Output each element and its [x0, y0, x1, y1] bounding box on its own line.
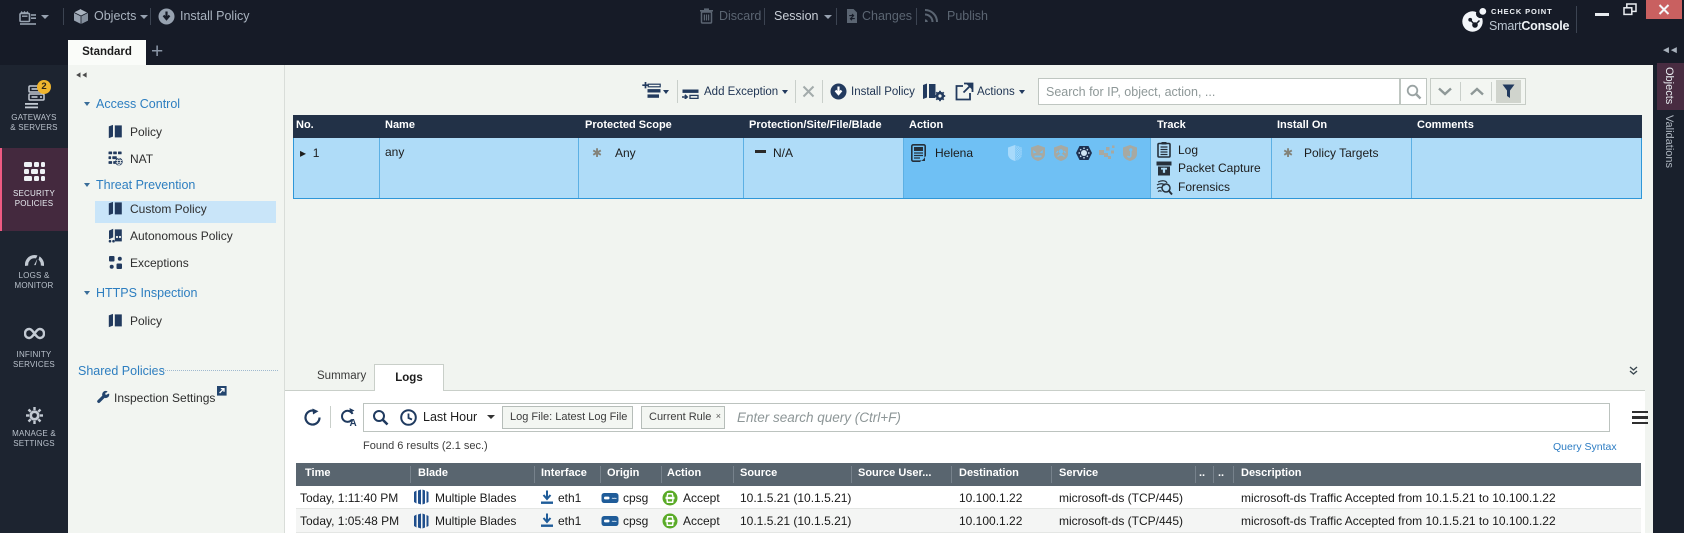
svg-text:A: A: [350, 418, 357, 428]
